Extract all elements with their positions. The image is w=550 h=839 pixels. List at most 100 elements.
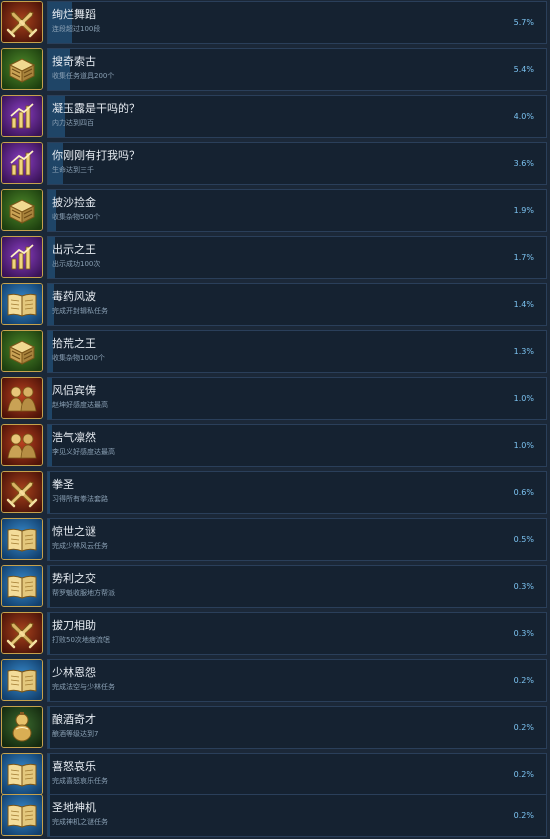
achievement-description: 生命达到三千 <box>52 166 94 174</box>
achievement-icon-frame <box>1 95 43 137</box>
achievement-card: 拾荒之王 收集杂物1000个 1.3% <box>47 330 547 373</box>
achievement-icon-frame <box>1 283 43 325</box>
achievement-title: 毒药风波 <box>52 290 96 303</box>
achievement-title: 拔刀相助 <box>52 619 96 632</box>
achievement-percent: 1.4% <box>513 300 534 309</box>
progress-bar <box>48 519 50 560</box>
achievement-percent: 1.0% <box>513 394 534 403</box>
open-book-icon <box>2 660 42 700</box>
achievement-card: 风侣宾俦 赵坤好感度达最高 1.0% <box>47 377 547 420</box>
progress-bar <box>48 472 50 513</box>
achievement-row: 毒药风波 完成开封辑私任务 1.4% <box>0 282 550 328</box>
achievement-percent: 1.3% <box>513 347 534 356</box>
achievement-title: 风侣宾俦 <box>52 384 96 397</box>
achievement-row: 披沙捡金 收集杂物500个 1.9% <box>0 188 550 234</box>
achievement-title: 凝玉露是干吗的？ <box>52 102 140 115</box>
achievement-description: 内力达到四百 <box>52 119 94 127</box>
achievement-title: 拳圣 <box>52 478 74 491</box>
achievement-description: 赵坤好感度达最高 <box>52 401 108 409</box>
achievement-icon-frame <box>1 424 43 466</box>
achievement-row: 酿酒奇才 酿酒等级达到7 0.2% <box>0 705 550 751</box>
achievement-title: 圣地神机 <box>52 801 96 814</box>
achievement-icon-frame <box>1 706 43 748</box>
achievement-percent: 3.6% <box>513 159 534 168</box>
achievement-description: 帮罗魁收服地方帮派 <box>52 589 115 597</box>
crossed-swords-icon <box>2 472 42 512</box>
achievement-icon-frame <box>1 236 43 278</box>
achievement-percent: 0.6% <box>513 488 534 497</box>
achievement-title: 绚烂舞蹈 <box>52 8 96 21</box>
open-book-icon <box>2 754 42 794</box>
achievement-description: 出示成功100次 <box>52 260 101 268</box>
achievement-description: 李见义好感度达最高 <box>52 448 115 456</box>
achievement-icon-frame <box>1 142 43 184</box>
achievement-title: 惊世之谜 <box>52 525 96 538</box>
achievement-description: 打败50次地痞流氓 <box>52 636 110 644</box>
achievement-card: 浩气凛然 李见义好感度达最高 1.0% <box>47 424 547 467</box>
open-book-icon <box>2 795 42 835</box>
achievement-title: 出示之王 <box>52 243 96 256</box>
achievement-title: 披沙捡金 <box>52 196 96 209</box>
achievement-card: 毒药风波 完成开封辑私任务 1.4% <box>47 283 547 326</box>
achievement-card: 少林恩怨 完成法空与少林任务 0.2% <box>47 659 547 702</box>
achievement-card: 搜奇索古 收集任务道具200个 5.4% <box>47 48 547 91</box>
achievement-title: 拾荒之王 <box>52 337 96 350</box>
achievement-icon-frame <box>1 48 43 90</box>
progress-bar <box>48 566 50 607</box>
achievement-row: 你刚刚有打我吗？ 生命达到三千 3.6% <box>0 141 550 187</box>
achievement-icon-frame <box>1 189 43 231</box>
achievement-percent: 5.7% <box>513 18 534 27</box>
achievement-description: 收集杂物500个 <box>52 213 101 221</box>
achievement-percent: 0.2% <box>513 770 534 779</box>
achievement-card: 喜怒哀乐 完成喜怒哀乐任务 0.2% <box>47 753 547 796</box>
achievement-title: 你刚刚有打我吗？ <box>52 149 140 162</box>
achievement-percent: 0.3% <box>513 629 534 638</box>
achievement-row: 拔刀相助 打败50次地痞流氓 0.3% <box>0 611 550 657</box>
achievement-card: 披沙捡金 收集杂物500个 1.9% <box>47 189 547 232</box>
achievement-row: 浩气凛然 李见义好感度达最高 1.0% <box>0 423 550 469</box>
achievement-row: 风侣宾俦 赵坤好感度达最高 1.0% <box>0 376 550 422</box>
progress-bar <box>48 613 50 654</box>
achievement-description: 习得所有拳法套路 <box>52 495 108 503</box>
achievement-card: 出示之王 出示成功100次 1.7% <box>47 236 547 279</box>
companions-icon <box>2 425 42 465</box>
achievement-row: 绚烂舞蹈 连段超过100段 5.7% <box>0 0 550 46</box>
open-book-icon <box>2 284 42 324</box>
achievement-card: 绚烂舞蹈 连段超过100段 5.7% <box>47 1 547 44</box>
achievement-description: 连段超过100段 <box>52 25 101 33</box>
achievement-card: 圣地神机 完成神机之谜任务 0.2% <box>47 794 547 837</box>
achievement-title: 搜奇索古 <box>52 55 96 68</box>
progress-bar <box>48 660 50 701</box>
achievement-row: 少林恩怨 完成法空与少林任务 0.2% <box>0 658 550 704</box>
stat-bars-icon <box>2 143 42 183</box>
achievement-description: 完成法空与少林任务 <box>52 683 115 691</box>
achievement-title: 喜怒哀乐 <box>52 760 96 773</box>
achievement-description: 完成开封辑私任务 <box>52 307 108 315</box>
achievement-card: 拔刀相助 打败50次地痞流氓 0.3% <box>47 612 547 655</box>
achievement-row: 惊世之谜 完成少林风云任务 0.5% <box>0 517 550 563</box>
achievement-percent: 0.2% <box>513 723 534 732</box>
achievement-card: 惊世之谜 完成少林风云任务 0.5% <box>47 518 547 561</box>
achievement-percent: 5.4% <box>513 65 534 74</box>
achievement-description: 酿酒等级达到7 <box>52 730 99 738</box>
crossed-swords-icon <box>2 2 42 42</box>
achievement-row: 势利之交 帮罗魁收服地方帮派 0.3% <box>0 564 550 610</box>
achievement-icon-frame <box>1 753 43 795</box>
companions-icon <box>2 378 42 418</box>
achievement-percent: 0.5% <box>513 535 534 544</box>
achievement-row: 凝玉露是干吗的？ 内力达到四百 4.0% <box>0 94 550 140</box>
wine-gourd-icon <box>2 707 42 747</box>
stat-bars-icon <box>2 96 42 136</box>
progress-bar <box>48 795 50 836</box>
treasure-chest-icon <box>2 331 42 371</box>
achievement-description: 收集杂物1000个 <box>52 354 105 362</box>
achievement-icon-frame <box>1 565 43 607</box>
achievement-percent: 0.2% <box>513 676 534 685</box>
open-book-icon <box>2 519 42 559</box>
crossed-swords-icon <box>2 613 42 653</box>
achievement-title: 酿酒奇才 <box>52 713 96 726</box>
achievement-card: 你刚刚有打我吗？ 生命达到三千 3.6% <box>47 142 547 185</box>
achievement-list: 绚烂舞蹈 连段超过100段 5.7% 搜奇索古 收集任务道具200个 5.4% … <box>0 0 550 837</box>
achievement-percent: 1.9% <box>513 206 534 215</box>
achievement-row: 拾荒之王 收集杂物1000个 1.3% <box>0 329 550 375</box>
